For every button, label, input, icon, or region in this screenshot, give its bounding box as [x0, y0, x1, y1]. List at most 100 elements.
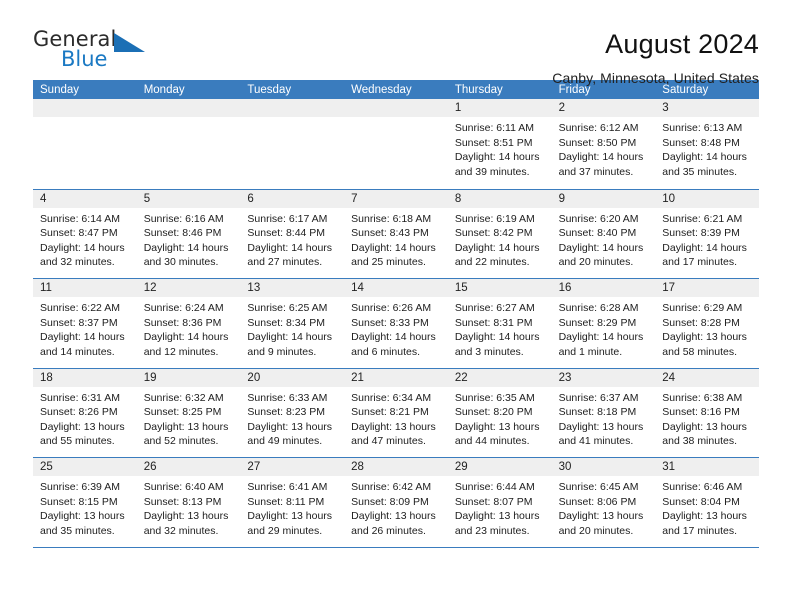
day-cell-3[interactable]: 3 Sunrise: 6:13 AM Sunset: 8:48 PM Daylight… — [655, 99, 759, 189]
day-cell-18[interactable]: 18 Sunrise: 6:31 AM Sunset: 8:26 PM Dayligh… — [33, 368, 137, 457]
day-cell-28[interactable]: 28 Sunrise: 6:42 AM Sunset: 8:09 PM Dayligh… — [344, 458, 448, 547]
sunset-text: Sunset: 8:15 PM — [40, 495, 118, 508]
brand-logo[interactable]: General Blue — [33, 27, 153, 75]
sunset-text: Sunset: 8:23 PM — [247, 406, 326, 419]
day-details: Sunrise: 6:16 AM Sunset: 8:46 PM Daylight:… — [137, 208, 241, 270]
daylight-text: Daylight: 14 hours — [143, 331, 229, 344]
day-number: 10 — [655, 189, 759, 208]
day-cell-25[interactable]: 25 Sunrise: 6:39 AM Sunset: 8:15 PM Dayligh… — [33, 458, 137, 547]
day-cell-24[interactable]: 24 Sunrise: 6:38 AM Sunset: 8:16 PM Dayligh… — [655, 368, 759, 457]
day-cell-17[interactable]: 17 Sunrise: 6:29 AM Sunset: 8:28 PM Dayligh… — [655, 279, 759, 368]
day-number: 16 — [551, 279, 656, 297]
day-cell-19[interactable]: 19 Sunrise: 6:32 AM Sunset: 8:25 PM Dayligh… — [136, 368, 241, 457]
daylight-text-cont: and 29 minutes. — [247, 524, 323, 537]
page-header: General Blue August 2024 Canby, Minnesot… — [33, 0, 759, 86]
sunset-text: Sunset: 8:46 PM — [143, 227, 222, 240]
day-number: 28 — [344, 458, 448, 476]
day-details — [33, 117, 137, 121]
day-cell-12[interactable]: 12 Sunrise: 6:24 AM Sunset: 8:36 PM Dayligh… — [136, 279, 241, 368]
sunrise-text: Sunrise: 6:46 AM — [662, 481, 743, 493]
sunset-text: Sunset: 8:43 PM — [351, 227, 429, 240]
sunrise-text: Sunrise: 6:24 AM — [143, 302, 224, 314]
day-number: 14 — [344, 279, 448, 297]
daylight-text-cont: and 32 minutes. — [40, 256, 115, 269]
day-details: Sunrise: 6:45 AM Sunset: 8:06 PM Daylight:… — [552, 476, 656, 538]
day-details: Sunrise: 6:46 AM Sunset: 8:04 PM Daylight:… — [655, 476, 759, 538]
day-cell-31[interactable]: 31 Sunrise: 6:46 AM Sunset: 8:04 PM Dayligh… — [655, 458, 759, 547]
daylight-text: Daylight: 14 hours — [247, 241, 333, 254]
day-number: 13 — [240, 279, 345, 297]
daylight-text: Daylight: 14 hours — [558, 241, 644, 254]
weekday-header-friday: Friday — [558, 84, 591, 96]
daylight-text: Daylight: 14 hours — [143, 241, 229, 254]
day-cell-21[interactable]: 21 Sunrise: 6:34 AM Sunset: 8:21 PM Dayligh… — [344, 368, 448, 457]
sunrise-text: Sunrise: 6:39 AM — [40, 481, 120, 493]
daylight-text-cont: and 39 minutes. — [454, 165, 530, 178]
day-details: Sunrise: 6:18 AM Sunset: 8:43 PM Daylight:… — [344, 208, 448, 270]
day-cell-15[interactable]: 15 Sunrise: 6:27 AM Sunset: 8:31 PM Dayligh… — [447, 279, 552, 368]
day-cell-23[interactable]: 23 Sunrise: 6:37 AM Sunset: 8:18 PM Dayligh… — [551, 368, 656, 457]
daylight-text-cont: and 26 minutes. — [351, 524, 426, 537]
day-cell-6[interactable]: 6 Sunrise: 6:17 AM Sunset: 8:44 PM Daylight… — [240, 189, 345, 278]
day-details — [137, 117, 241, 121]
daylight-text-cont: and 23 minutes. — [454, 524, 530, 537]
day-number: 1 — [447, 99, 552, 117]
day-number: 4 — [33, 189, 137, 208]
daylight-text-cont: and 38 minutes. — [662, 435, 737, 448]
day-details — [344, 117, 448, 121]
day-details: Sunrise: 6:39 AM Sunset: 8:15 PM Daylight:… — [33, 476, 137, 538]
day-cell-27[interactable]: 27 Sunrise: 6:41 AM Sunset: 8:11 PM Dayligh… — [240, 458, 345, 547]
day-cell-22[interactable]: 22 Sunrise: 6:35 AM Sunset: 8:20 PM Dayligh… — [447, 368, 552, 457]
weekday-header-thursday: Thursday — [454, 84, 503, 96]
day-cell-26[interactable]: 26 Sunrise: 6:40 AM Sunset: 8:13 PM Dayligh… — [136, 458, 241, 547]
calendar-week-row: 25 Sunrise: 6:39 AM Sunset: 8:15 PM Dayligh… — [33, 457, 759, 547]
daylight-text: Daylight: 13 hours — [40, 420, 125, 433]
page-title: August 2024 — [605, 29, 759, 59]
sunset-text: Sunset: 8:09 PM — [351, 495, 429, 508]
sunset-text: Sunset: 8:04 PM — [662, 495, 740, 508]
day-details: Sunrise: 6:11 AM Sunset: 8:51 PM Daylight:… — [448, 117, 552, 179]
day-cell-14[interactable]: 14 Sunrise: 6:26 AM Sunset: 8:33 PM Dayligh… — [344, 279, 448, 368]
daylight-text-cont: and 3 minutes. — [454, 345, 524, 358]
day-cell-8[interactable]: 8 Sunrise: 6:19 AM Sunset: 8:42 PM Daylight… — [447, 189, 552, 278]
day-number: 18 — [33, 368, 137, 387]
sunset-text: Sunset: 8:28 PM — [662, 316, 740, 329]
day-details — [240, 117, 344, 121]
day-cell-5[interactable]: 5 Sunrise: 6:16 AM Sunset: 8:46 PM Daylight… — [136, 189, 241, 278]
sunrise-text: Sunrise: 6:31 AM — [40, 391, 120, 404]
daylight-text: Daylight: 13 hours — [662, 331, 747, 344]
day-number: 2 — [551, 99, 656, 117]
day-cell-29[interactable]: 29 Sunrise: 6:44 AM Sunset: 8:07 PM Dayligh… — [447, 458, 552, 547]
sunset-text: Sunset: 8:29 PM — [558, 316, 637, 329]
day-details: Sunrise: 6:42 AM Sunset: 8:09 PM Daylight:… — [344, 476, 448, 538]
day-details: Sunrise: 6:29 AM Sunset: 8:28 PM Daylight:… — [655, 297, 759, 359]
daylight-text-cont: and 14 minutes. — [40, 345, 115, 358]
sunrise-text: Sunrise: 6:45 AM — [558, 481, 639, 493]
daylight-text: Daylight: 14 hours — [40, 241, 125, 254]
day-cell-1[interactable]: 1 Sunrise: 6:11 AM Sunset: 8:51 PM Daylight… — [447, 99, 552, 189]
day-cell-10[interactable]: 10 Sunrise: 6:21 AM Sunset: 8:39 PM Dayligh… — [655, 189, 759, 278]
day-cell-30[interactable]: 30 Sunrise: 6:45 AM Sunset: 8:06 PM Dayligh… — [551, 458, 656, 547]
day-cell-11[interactable]: 11 Sunrise: 6:22 AM Sunset: 8:37 PM Dayligh… — [33, 279, 137, 368]
day-number: 20 — [240, 368, 345, 387]
sunrise-text: Sunrise: 6:42 AM — [351, 481, 432, 493]
daylight-text-cont: and 52 minutes. — [143, 435, 219, 448]
sunset-text: Sunset: 8:16 PM — [662, 406, 740, 419]
day-number: 31 — [655, 458, 759, 476]
day-cell-13[interactable]: 13 Sunrise: 6:25 AM Sunset: 8:34 PM Dayligh… — [240, 279, 345, 368]
day-cell-7[interactable]: 7 Sunrise: 6:18 AM Sunset: 8:43 PM Daylight… — [344, 189, 448, 278]
sunset-text: Sunset: 8:06 PM — [558, 495, 637, 508]
sunrise-text: Sunrise: 6:29 AM — [662, 302, 743, 314]
sunset-text: Sunset: 8:42 PM — [454, 227, 533, 240]
daylight-text-cont: and 20 minutes. — [558, 256, 634, 269]
weekday-header-wednesday: Wednesday — [351, 84, 412, 96]
day-cell-9[interactable]: 9 Sunrise: 6:20 AM Sunset: 8:40 PM Daylight… — [551, 189, 656, 278]
day-cell-4[interactable]: 4 Sunrise: 6:14 AM Sunset: 8:47 PM Daylight… — [33, 189, 137, 278]
day-cell-20[interactable]: 20 Sunrise: 6:33 AM Sunset: 8:23 PM Dayligh… — [240, 368, 345, 457]
day-cell-16[interactable]: 16 Sunrise: 6:28 AM Sunset: 8:29 PM Dayligh… — [551, 279, 656, 368]
day-cell-2[interactable]: 2 Sunrise: 6:12 AM Sunset: 8:50 PM Daylight… — [551, 99, 656, 189]
daylight-text-cont: and 49 minutes. — [247, 435, 323, 448]
sunrise-text: Sunrise: 6:34 AM — [351, 391, 432, 404]
day-number: 11 — [33, 279, 137, 297]
day-number: 7 — [344, 189, 448, 208]
